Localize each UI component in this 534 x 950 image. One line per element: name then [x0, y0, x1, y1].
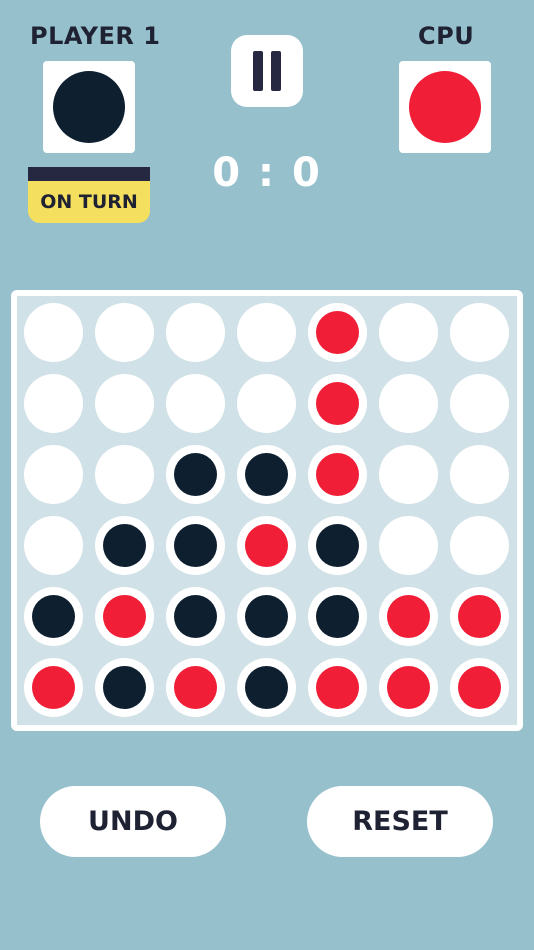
player-piece [316, 524, 359, 567]
cpu-piece [32, 666, 75, 709]
player-piece [316, 595, 359, 638]
board-cell[interactable] [450, 516, 509, 575]
board-cell[interactable] [24, 658, 83, 717]
board-cell[interactable] [95, 445, 154, 504]
game-board[interactable] [11, 290, 523, 731]
board-cell[interactable] [95, 587, 154, 646]
board-cell[interactable] [450, 445, 509, 504]
scoreboard: 0 : 0 [200, 150, 334, 196]
turn-indicator-badge: ON TURN [28, 167, 150, 223]
player1-name: PLAYER 1 [30, 22, 161, 50]
player1-score: 0 [212, 150, 243, 196]
board-cell[interactable] [95, 516, 154, 575]
board-cell[interactable] [166, 303, 225, 362]
board-cell[interactable] [308, 445, 367, 504]
cpu-token-icon [409, 71, 481, 143]
board-cell[interactable] [379, 658, 438, 717]
board-cell[interactable] [24, 374, 83, 433]
board-cell[interactable] [450, 658, 509, 717]
cpu-piece [316, 311, 359, 354]
board-cell[interactable] [308, 658, 367, 717]
player-piece [174, 453, 217, 496]
board-cell[interactable] [166, 374, 225, 433]
cpu-piece [316, 453, 359, 496]
player-piece [32, 595, 75, 638]
pause-icon [253, 51, 263, 91]
board-cell[interactable] [237, 374, 296, 433]
player1-token-card [43, 61, 135, 153]
cpu-token-card [399, 61, 491, 153]
board-cell[interactable] [308, 303, 367, 362]
board-cell[interactable] [95, 658, 154, 717]
cpu-score: 0 [291, 150, 322, 196]
turn-indicator-bar [28, 167, 150, 181]
board-cell[interactable] [24, 516, 83, 575]
board-cell[interactable] [95, 374, 154, 433]
board-cell[interactable] [450, 303, 509, 362]
player-piece [245, 666, 288, 709]
cpu-piece [103, 595, 146, 638]
board-cell[interactable] [166, 587, 225, 646]
pause-icon [271, 51, 281, 91]
cpu-piece [245, 524, 288, 567]
cpu-piece [174, 666, 217, 709]
board-cell[interactable] [166, 658, 225, 717]
board-cell[interactable] [237, 445, 296, 504]
player-piece [245, 453, 288, 496]
board-cell[interactable] [24, 445, 83, 504]
cpu-name: CPU [418, 22, 475, 50]
board-cell[interactable] [95, 303, 154, 362]
board-cell[interactable] [308, 374, 367, 433]
board-cell[interactable] [308, 587, 367, 646]
cpu-piece [387, 595, 430, 638]
player-piece [245, 595, 288, 638]
cpu-piece [458, 595, 501, 638]
player-piece [103, 524, 146, 567]
cpu-piece [458, 666, 501, 709]
board-cell[interactable] [379, 587, 438, 646]
board-cell[interactable] [166, 445, 225, 504]
board-cell[interactable] [237, 516, 296, 575]
board-cell[interactable] [24, 303, 83, 362]
board-cell[interactable] [450, 374, 509, 433]
cpu-piece [316, 382, 359, 425]
cpu-piece [316, 666, 359, 709]
pause-button[interactable] [231, 35, 303, 107]
board-cell[interactable] [379, 516, 438, 575]
score-separator: : [258, 150, 276, 196]
player1-token-icon [53, 71, 125, 143]
player-piece [174, 595, 217, 638]
undo-button[interactable]: UNDO [40, 786, 226, 857]
board-cell[interactable] [166, 516, 225, 575]
board-cell[interactable] [379, 303, 438, 362]
cpu-piece [387, 666, 430, 709]
player-piece [174, 524, 217, 567]
turn-indicator-label: ON TURN [28, 181, 150, 223]
player-piece [103, 666, 146, 709]
board-cell[interactable] [379, 374, 438, 433]
board-cell[interactable] [379, 445, 438, 504]
board-cell[interactable] [237, 587, 296, 646]
board-cell[interactable] [237, 658, 296, 717]
board-cell[interactable] [237, 303, 296, 362]
board-cell[interactable] [308, 516, 367, 575]
reset-button[interactable]: RESET [307, 786, 493, 857]
board-cell[interactable] [24, 587, 83, 646]
board-cell[interactable] [450, 587, 509, 646]
